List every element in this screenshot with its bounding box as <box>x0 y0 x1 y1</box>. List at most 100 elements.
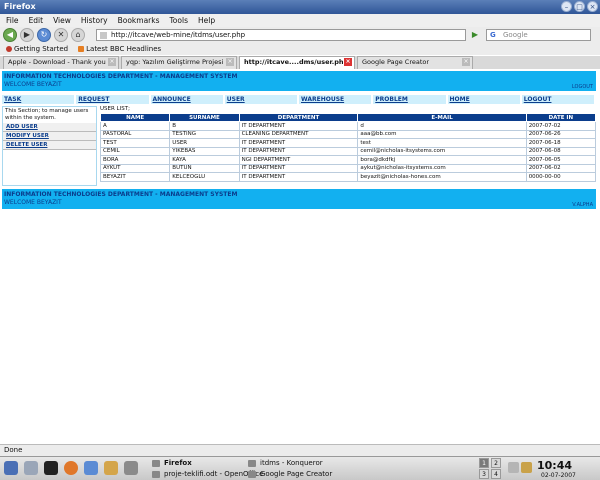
cell-department: CLEANING DEPARTMENT <box>238 129 359 139</box>
tab-yqp[interactable]: yqp: Yazılım Geliştirme Projesi × <box>121 56 237 69</box>
cell-date: 2007-06-18 <box>525 138 597 148</box>
cell-email: d <box>357 121 527 131</box>
maximize-button[interactable]: □ <box>574 1 585 12</box>
forward-icon[interactable]: ▶ <box>20 28 34 42</box>
tab-apple-download[interactable]: Apple - Download - Thank you × <box>3 56 119 69</box>
sidebar-info: This Section; to manage users within the… <box>5 108 89 121</box>
cell-department: IT DEPARTMENT <box>238 172 359 182</box>
menu-bookmarks[interactable]: Bookmarks <box>118 16 160 25</box>
tab-label: yqp: Yazılım Geliştirme Projesi <box>126 58 224 66</box>
cell-email: test <box>357 138 527 148</box>
home-icon[interactable]: ⌂ <box>71 28 85 42</box>
status-text: Done <box>4 446 23 454</box>
mail-icon[interactable] <box>104 461 118 475</box>
close-button[interactable]: × <box>587 1 598 12</box>
user-sidebar: This Section; to manage users within the… <box>2 106 97 186</box>
nav-home[interactable]: HOME <box>447 95 520 104</box>
window-titlebar[interactable]: Firefox – □ × <box>0 0 600 14</box>
page-viewport: INFORMATION TECHNOLOGIES DEPARTMENT - MA… <box>0 69 600 442</box>
cell-name: TEST <box>99 138 171 148</box>
nav-logout[interactable]: LOGOUT <box>521 95 594 104</box>
table-row[interactable]: CEMIL YIKEBAS IT DEPARTMENT cemil@nicholas-… <box>99 146 597 156</box>
terminal-icon[interactable] <box>44 461 58 475</box>
stop-icon[interactable]: ✕ <box>54 28 68 42</box>
column-header: E-MAIL <box>357 113 527 122</box>
bookmark-getting-started[interactable]: Getting Started <box>6 45 68 53</box>
user-table: NAME SURNAME DEPARTMENT E-MAIL DATE IN A… <box>99 113 597 182</box>
task-page-creator[interactable]: Google Page Creator <box>246 469 332 480</box>
cell-date: 0000-00-00 <box>525 172 597 182</box>
cell-email: aaa@bb.com <box>357 129 527 139</box>
home-folder-icon[interactable] <box>124 461 138 475</box>
user-list-panel: USER LIST; NAME SURNAME DEPARTMENT E-MAI… <box>99 106 597 182</box>
cell-surname: KELCEOGLU <box>169 172 240 182</box>
column-header: DATE IN <box>525 113 597 122</box>
table-row[interactable]: PASTORAL TESTING CLEANING DEPARTMENT aaa@bb… <box>99 129 597 139</box>
menu-edit[interactable]: Edit <box>29 16 44 25</box>
cell-name: BEYAZIT <box>99 172 171 182</box>
tab-google-page-creator[interactable]: Google Page Creator × <box>357 56 473 69</box>
menu-history[interactable]: History <box>81 16 108 25</box>
clock-time[interactable]: 10:44 <box>537 459 572 472</box>
nav-request[interactable]: REQUEST <box>76 95 149 104</box>
window-title: Firefox <box>4 2 36 11</box>
navigation-toolbar: ◀ ▶ ↻ ✕ ⌂ http://itcave/web-mine/itdms/u… <box>0 27 600 43</box>
go-icon[interactable]: ▶ <box>469 29 481 41</box>
volume-tray-icon[interactable] <box>521 462 532 473</box>
task-firefox[interactable]: Firefox <box>150 458 192 469</box>
back-icon[interactable]: ◀ <box>3 28 17 42</box>
site-header: INFORMATION TECHNOLOGIES DEPARTMENT - MA… <box>2 71 596 91</box>
cell-surname: KAYA <box>169 155 240 165</box>
bookmark-bbc-headlines[interactable]: Latest BBC Headlines <box>78 45 161 53</box>
nav-user[interactable]: USER <box>224 95 297 104</box>
menu-bar: File Edit View History Bookmarks Tools H… <box>0 14 600 27</box>
table-row[interactable]: TEST USER IT DEPARTMENT test 2007-06-18 <box>99 138 597 148</box>
firefox-task-icon <box>152 460 160 467</box>
kde-menu-icon[interactable] <box>4 461 18 475</box>
show-desktop-icon[interactable] <box>24 461 38 475</box>
cell-surname: B <box>169 121 240 131</box>
nav-warehouse[interactable]: WAREHOUSE <box>299 95 372 104</box>
column-header: NAME <box>99 113 171 122</box>
tab-user-php[interactable]: http://itcave....dms/user.php × <box>239 56 355 69</box>
desktop-3[interactable]: 3 <box>479 469 489 479</box>
add-user-link[interactable]: ADD USER <box>3 123 96 132</box>
nav-problem[interactable]: PROBLEM <box>373 95 446 104</box>
cell-email: beyazit@nicholas-hones.com <box>357 172 527 182</box>
menu-tools[interactable]: Tools <box>170 16 188 25</box>
table-header-row: NAME SURNAME DEPARTMENT E-MAIL DATE IN <box>99 113 597 122</box>
table-row[interactable]: A B IT DEPARTMENT d 2007-07-02 <box>99 121 597 131</box>
cell-name: AYKUT <box>99 163 171 173</box>
table-row[interactable]: BEYAZIT KELCEOGLU IT DEPARTMENT beyazit@nic… <box>99 172 597 182</box>
network-tray-icon[interactable] <box>508 462 519 473</box>
nav-announce[interactable]: ANNOUNCE <box>150 95 223 104</box>
tab-close-icon[interactable]: × <box>344 58 352 66</box>
tab-strip: Apple - Download - Thank you × yqp: Yazıl… <box>0 56 600 69</box>
table-row[interactable]: AYKUT BUTUN IT DEPARTMENT aykut@nicholas-it… <box>99 163 597 173</box>
nav-task[interactable]: TASK <box>2 95 75 104</box>
delete-user-link[interactable]: DELETE USER <box>3 141 96 150</box>
browser-task-icon <box>248 471 256 478</box>
modify-user-link[interactable]: MODIFY USER <box>3 132 96 141</box>
menu-view[interactable]: View <box>53 16 71 25</box>
tab-close-icon[interactable]: × <box>462 58 470 66</box>
minimize-button[interactable]: – <box>561 1 572 12</box>
reload-icon[interactable]: ↻ <box>37 28 51 42</box>
desktop-2[interactable]: 2 <box>491 458 501 468</box>
tab-close-icon[interactable]: × <box>226 58 234 66</box>
desktop-1[interactable]: 1 <box>479 458 489 468</box>
firefox-launcher-icon[interactable] <box>64 461 78 475</box>
tab-close-icon[interactable]: × <box>108 58 116 66</box>
menu-file[interactable]: File <box>6 16 19 25</box>
task-konqueror[interactable]: itdms - Konqueror <box>246 458 323 469</box>
cell-surname: BUTUN <box>169 163 240 173</box>
menu-help[interactable]: Help <box>198 16 215 25</box>
desktop-4[interactable]: 4 <box>491 469 501 479</box>
table-row[interactable]: BORA KAYA NGI DEPARTMENT bora@dkdfkj 2007-06… <box>99 155 597 165</box>
header-logout-link[interactable]: LOGOUT <box>572 84 593 90</box>
url-bar[interactable]: http://itcave/web-mine/itdms/user.php <box>96 29 466 41</box>
cell-date: 2007-06-26 <box>525 129 597 139</box>
cell-name: A <box>99 121 171 131</box>
search-input[interactable]: G Google <box>486 29 591 41</box>
konqueror-icon[interactable] <box>84 461 98 475</box>
